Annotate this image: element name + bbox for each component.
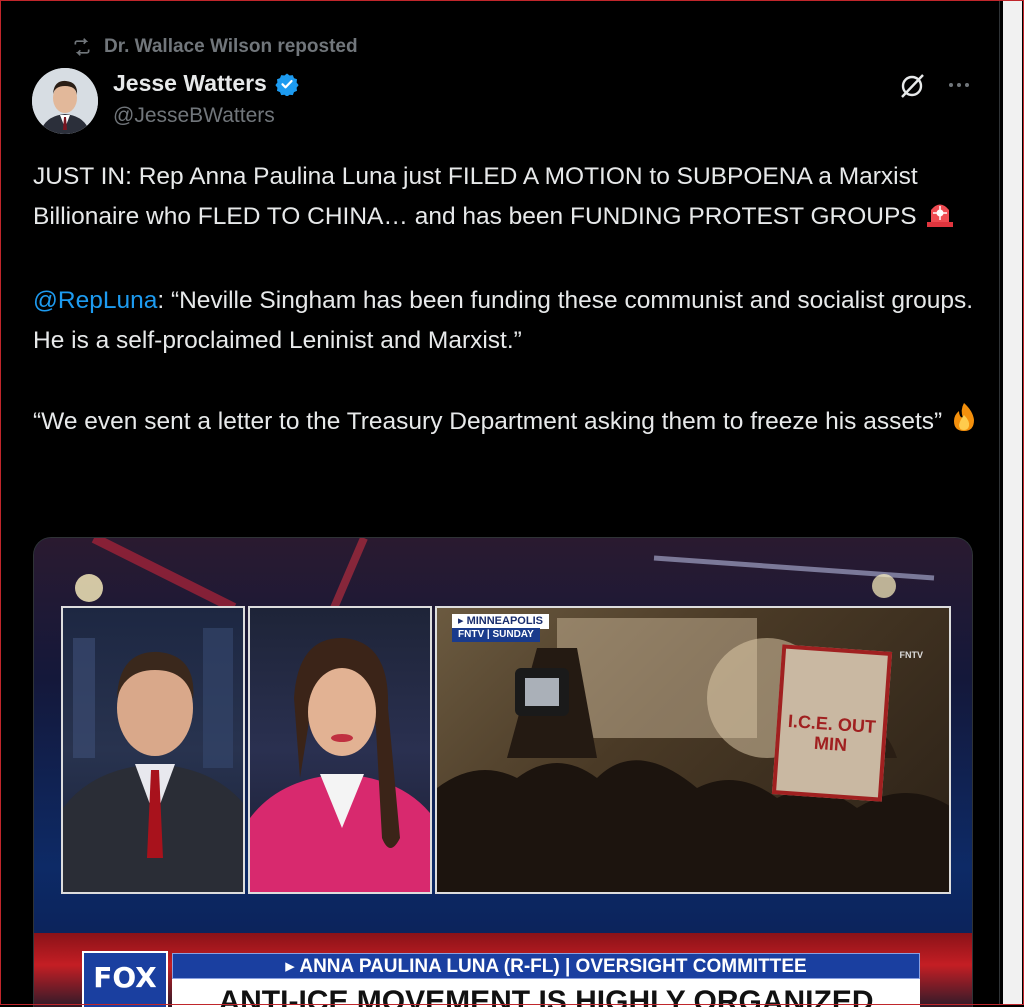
more-options-button[interactable] [944,70,974,100]
protest-footage-panel: I.C.E. OUT MIN ▸ MINNEAPOLIS FNTV | SUND… [435,606,951,894]
studio-lights [75,538,935,608]
video-media[interactable]: I.C.E. OUT MIN ▸ MINNEAPOLIS FNTV | SUND… [33,537,973,1007]
more-icon [949,83,953,87]
grok-icon [901,74,924,98]
scrollbar[interactable] [1003,0,1022,1005]
siren-icon [923,198,957,241]
verified-badge-icon [275,73,299,96]
chyron-name-bar: ▸ ANNA PAULINA LUNA (R-FL) | OVERSIGHT C… [172,953,920,979]
column-divider [999,0,1000,1005]
fntv-watermark: FNTV [899,650,924,660]
mention-link[interactable]: @RepLuna [33,287,157,314]
tweet-paragraph-1: JUST IN: Rep Anna Paulina Luna just FILE… [33,157,983,241]
tweet-paragraph-2: @RepLuna: “Neville Singham has been fund… [33,287,974,354]
repost-indicator[interactable]: Dr. Wallace Wilson reposted [72,34,358,60]
author-name-row[interactable]: Jesse Watters [113,70,299,97]
repost-text: Dr. Wallace Wilson reposted [104,36,358,57]
location-subtag: FNTV | SUNDAY [452,628,540,642]
display-name[interactable]: Jesse Watters [113,70,267,97]
host-panel [61,606,245,894]
grok-button[interactable] [896,70,928,102]
avatar[interactable] [32,68,98,134]
fox-news-logo: FOX [82,951,168,1007]
protest-sign: I.C.E. OUT MIN [771,644,893,802]
tweet-paragraph-3: “We even sent a letter to the Treasury D… [33,401,983,446]
chyron-headline: ANTI-ICE MOVEMENT IS HIGHLY ORGANIZED [172,979,920,1007]
author-handle[interactable]: @JesseBWatters [113,104,275,128]
fire-icon [949,401,979,446]
tweet-text: JUST IN: Rep Anna Paulina Luna just FILE… [33,157,983,446]
location-tag: ▸ MINNEAPOLIS [452,614,549,629]
guest-panel [248,606,432,894]
repost-icon [74,38,90,56]
